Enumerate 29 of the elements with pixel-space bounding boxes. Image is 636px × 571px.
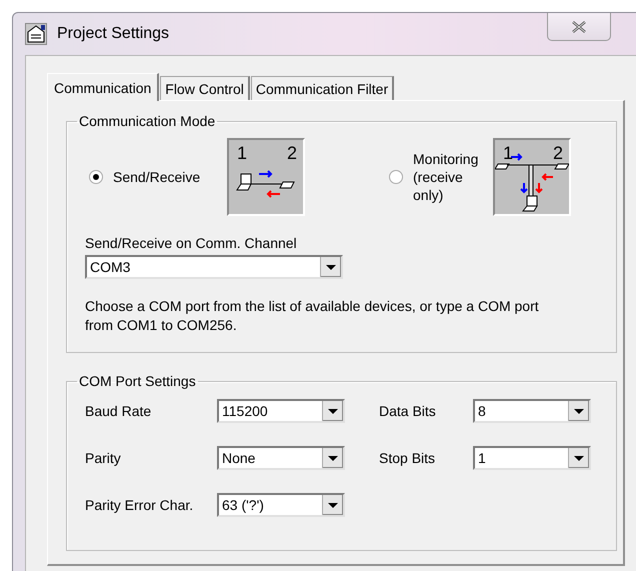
- tab[interactable]: Communication Filter: [250, 76, 394, 100]
- dropdown[interactable]: None: [217, 446, 345, 470]
- node-number: 1: [503, 144, 514, 162]
- field-label: Stop Bits: [379, 450, 436, 466]
- dropdown[interactable]: 8: [473, 399, 591, 423]
- radio-button[interactable]: [389, 170, 403, 184]
- radio-label: Send/Receive: [113, 169, 202, 185]
- radio-button[interactable]: [89, 170, 103, 184]
- channel-dropdown[interactable]: COM3: [85, 255, 343, 279]
- field-label: Parity Error Char.: [85, 497, 194, 513]
- window-title: Project Settings: [57, 25, 170, 43]
- field-label: Baud Rate: [85, 403, 152, 419]
- field-label: Send/Receive on Comm. Channel: [85, 235, 298, 251]
- close-button[interactable]: [547, 13, 611, 41]
- hint-text: Choose a COM port from the list of available devices, or type a COM port from COM1 to COM256.: [85, 297, 540, 335]
- dropdown[interactable]: 115200: [217, 399, 345, 423]
- field-label: Data Bits: [379, 403, 437, 419]
- dropdown[interactable]: 63 ('?'): [217, 493, 345, 517]
- field-label: Parity: [85, 450, 122, 466]
- radio-label: Monitoring (receive only): [413, 150, 480, 204]
- tab[interactable]: Communication: [47, 73, 160, 101]
- group-title: COM Port Settings: [78, 373, 197, 389]
- close-icon: [571, 20, 587, 32]
- tab[interactable]: Flow Control: [160, 76, 250, 100]
- dropdown[interactable]: 1: [473, 446, 591, 470]
- node-number: 2: [286, 144, 297, 162]
- node-number: 1: [237, 144, 248, 162]
- node-number: 2: [552, 144, 563, 162]
- group-title: Communication Mode: [78, 113, 216, 129]
